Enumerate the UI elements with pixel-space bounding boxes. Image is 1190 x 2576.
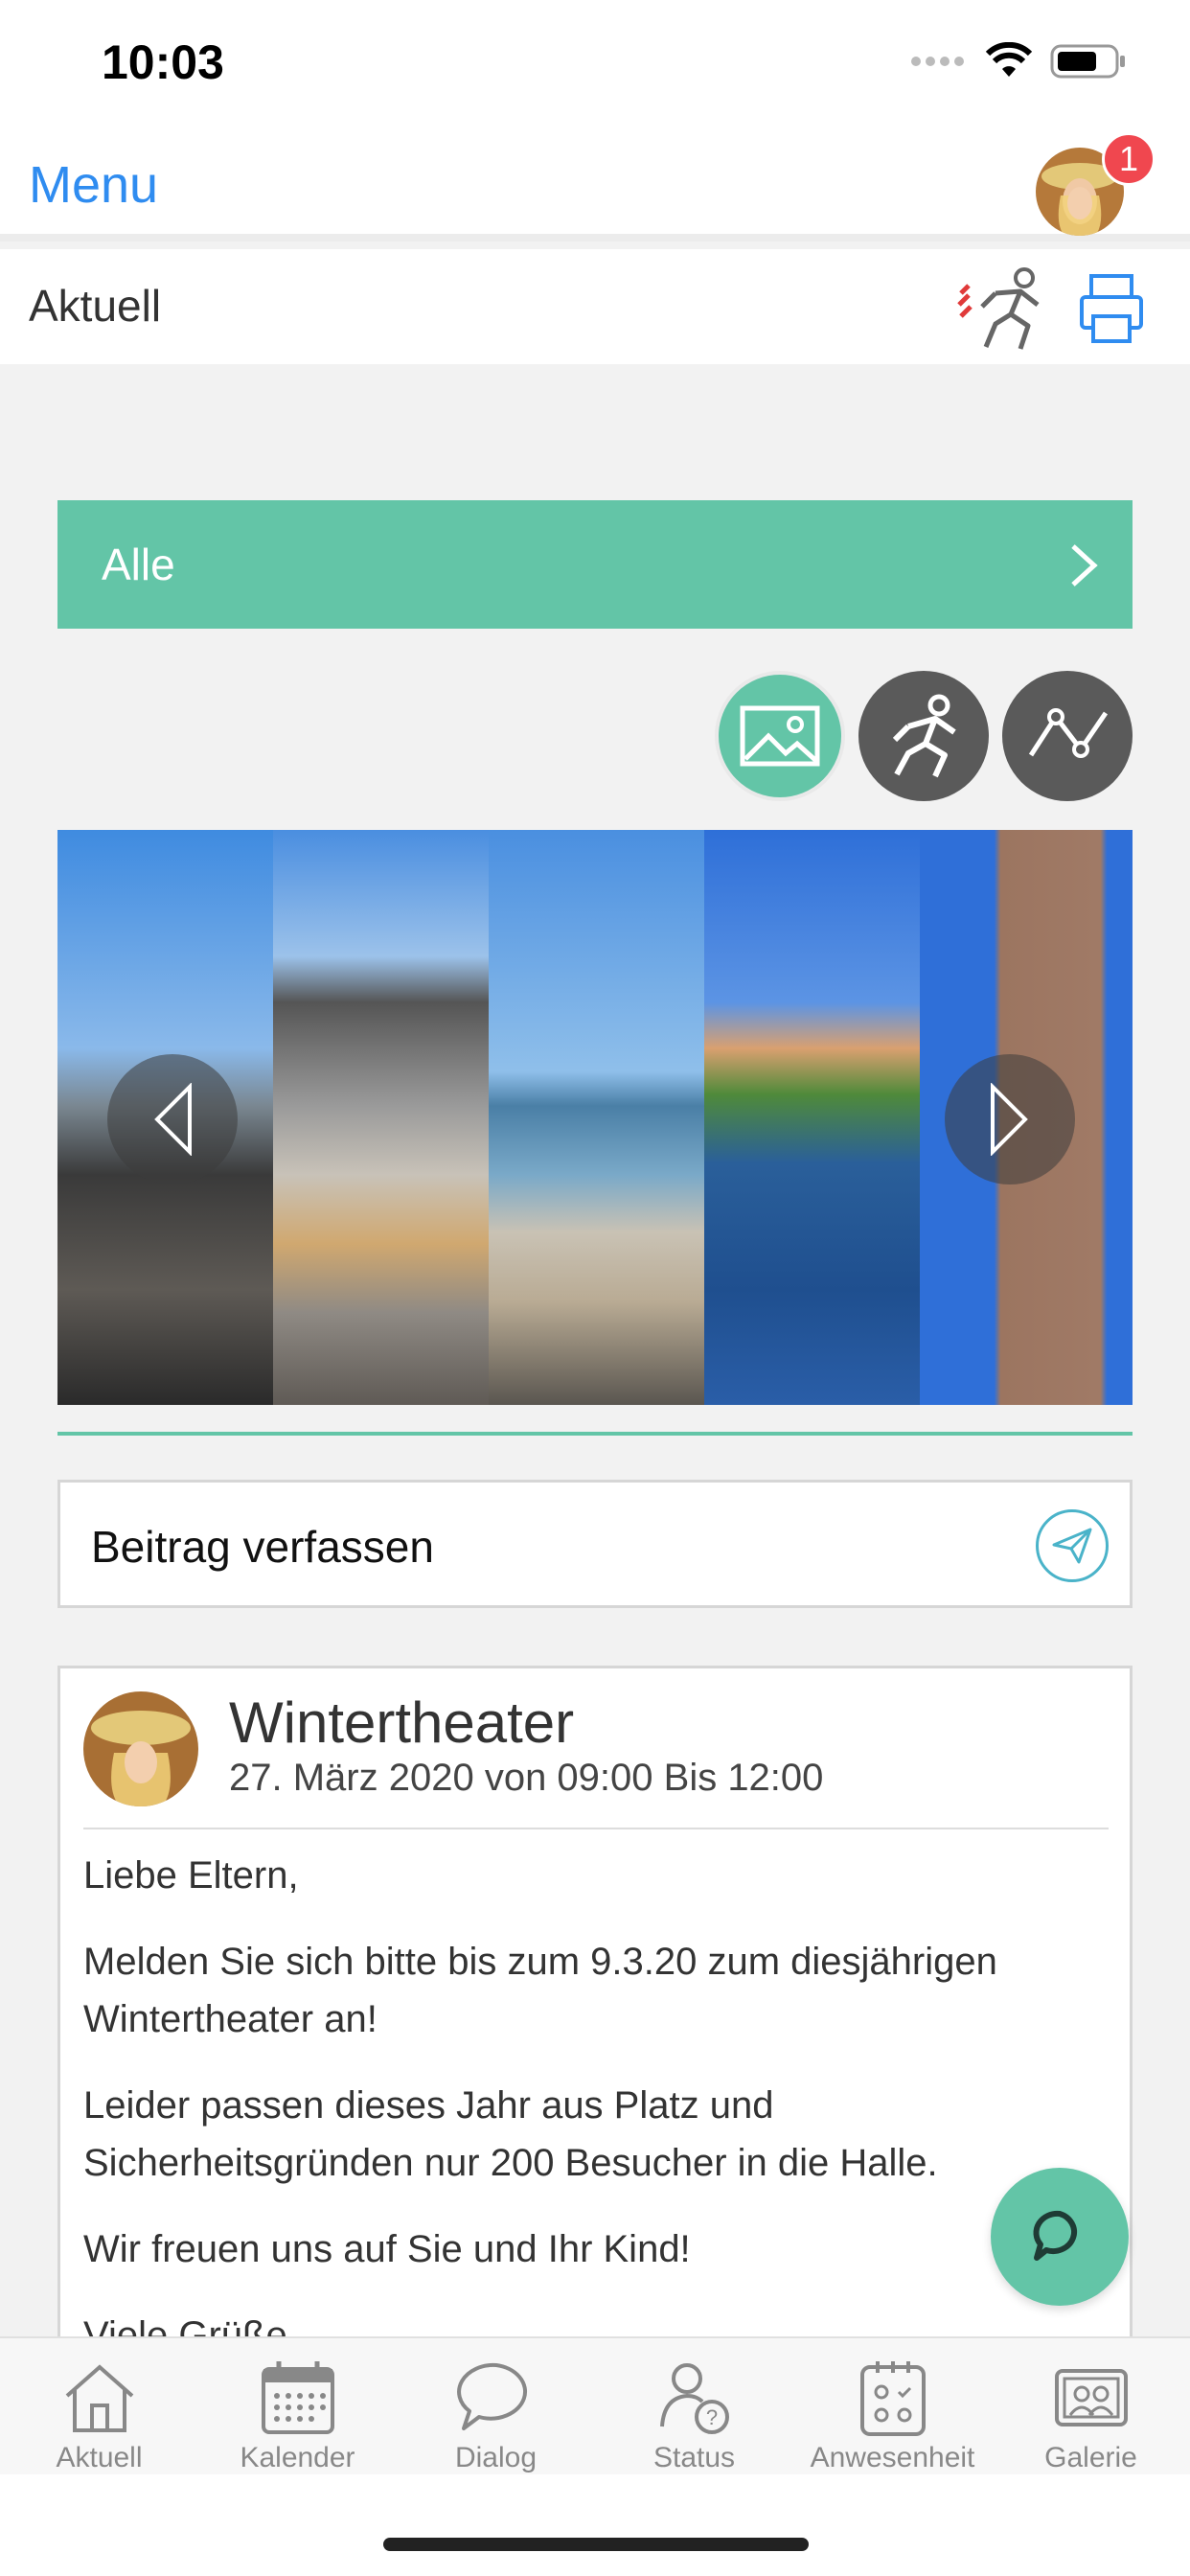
home-indicator-area: [0, 2474, 1190, 2576]
section-title: Aktuell: [29, 281, 162, 331]
author-avatar: [83, 1691, 198, 1806]
attendance-clipboard-icon: [859, 2361, 926, 2436]
tab-label: Kalender: [240, 2442, 355, 2473]
home-indicator[interactable]: [383, 2538, 809, 2551]
tab-dialog[interactable]: Dialog: [397, 2338, 595, 2474]
person-question-icon: ?: [659, 2363, 729, 2434]
post-paragraph: Wir freuen uns auf Sie und Ihr Kind!: [83, 2228, 691, 2270]
speech-bubble-icon: [456, 2362, 527, 2430]
line-chart-icon: [1028, 708, 1109, 758]
tab-kalender[interactable]: Kalender: [198, 2338, 397, 2474]
gallery-next-button[interactable]: [945, 1054, 1075, 1184]
media-type-charts-button[interactable]: [1002, 671, 1133, 801]
tab-label: Status: [652, 2442, 736, 2473]
gallery-photo[interactable]: [489, 830, 704, 1405]
compose-placeholder: Beitrag verfassen: [91, 1522, 434, 1572]
media-type-activities-button[interactable]: [858, 671, 989, 801]
running-person-icon[interactable]: [953, 264, 1049, 353]
nav-bar: Menu 1: [0, 125, 1190, 242]
printer-icon[interactable]: [1078, 272, 1145, 345]
chevron-right-icon: [1071, 544, 1098, 586]
chat-fab-button[interactable]: [991, 2168, 1129, 2306]
house-icon: [65, 2364, 133, 2432]
divider: [57, 1432, 1133, 1436]
post-paragraph: Leider passen dieses Jahr aus Platz und …: [83, 2084, 938, 2184]
gallery-previous-button[interactable]: [107, 1054, 238, 1184]
tab-status[interactable]: ? Status: [595, 2338, 793, 2474]
tab-aktuell[interactable]: Aktuell: [0, 2338, 198, 2474]
svg-text:?: ?: [705, 2405, 717, 2429]
calendar-icon: [261, 2361, 334, 2434]
media-type-images-button[interactable]: [715, 671, 845, 801]
post-paragraph: Liebe Eltern,: [83, 1854, 299, 1897]
tab-label: Galerie: [1044, 2442, 1137, 2473]
image-icon: [740, 705, 820, 767]
chevron-left-icon: [154, 1083, 192, 1156]
status-icons: [910, 42, 1127, 80]
post-title: Wintertheater: [229, 1690, 575, 1755]
battery-icon: [1050, 44, 1125, 79]
status-time: 10:03: [102, 35, 224, 89]
tab-anwesenheit[interactable]: Anwesenheit: [793, 2338, 992, 2474]
paper-plane-icon: [1052, 1528, 1092, 1564]
status-bar: 10:03: [0, 0, 1190, 125]
compose-post-field[interactable]: Beitrag verfassen: [57, 1480, 1133, 1608]
chevron-right-icon: [991, 1083, 1028, 1156]
running-person-icon: [892, 694, 956, 778]
gallery-photo[interactable]: [273, 830, 489, 1405]
cellular-signal-icon: [911, 57, 964, 66]
photo-album-icon: [1054, 2369, 1128, 2426]
notification-badge: 1: [1102, 132, 1156, 186]
wifi-icon: [985, 42, 1033, 77]
chat-bubble-icon: [1033, 2210, 1078, 2261]
menu-button[interactable]: Menu: [29, 155, 158, 215]
tab-label: Dialog: [454, 2442, 538, 2473]
gallery-photo[interactable]: [704, 830, 920, 1405]
group-filter-button[interactable]: Alle: [57, 500, 1133, 629]
post-card[interactable]: Wintertheater 27. März 2020 von 09:00 Bi…: [57, 1666, 1133, 2356]
tab-bar: Aktuell Kalender Dialog ? Status Anwesen…: [0, 2336, 1190, 2474]
section-header: Aktuell: [0, 249, 1190, 364]
post-body: Liebe Eltern, Melden Sie sich bitte bis …: [83, 1847, 1099, 2353]
tab-label: Anwesenheit: [810, 2442, 975, 2473]
post-date: 27. März 2020 von 09:00 Bis 12:00: [229, 1757, 824, 1799]
send-button[interactable]: [1036, 1509, 1109, 1582]
divider: [83, 1828, 1109, 1829]
post-paragraph: Melden Sie sich bitte bis zum 9.3.20 zum…: [83, 1941, 997, 2040]
filter-label: Alle: [102, 540, 175, 589]
tab-label: Aktuell: [56, 2442, 143, 2473]
tab-galerie[interactable]: Galerie: [992, 2338, 1190, 2474]
